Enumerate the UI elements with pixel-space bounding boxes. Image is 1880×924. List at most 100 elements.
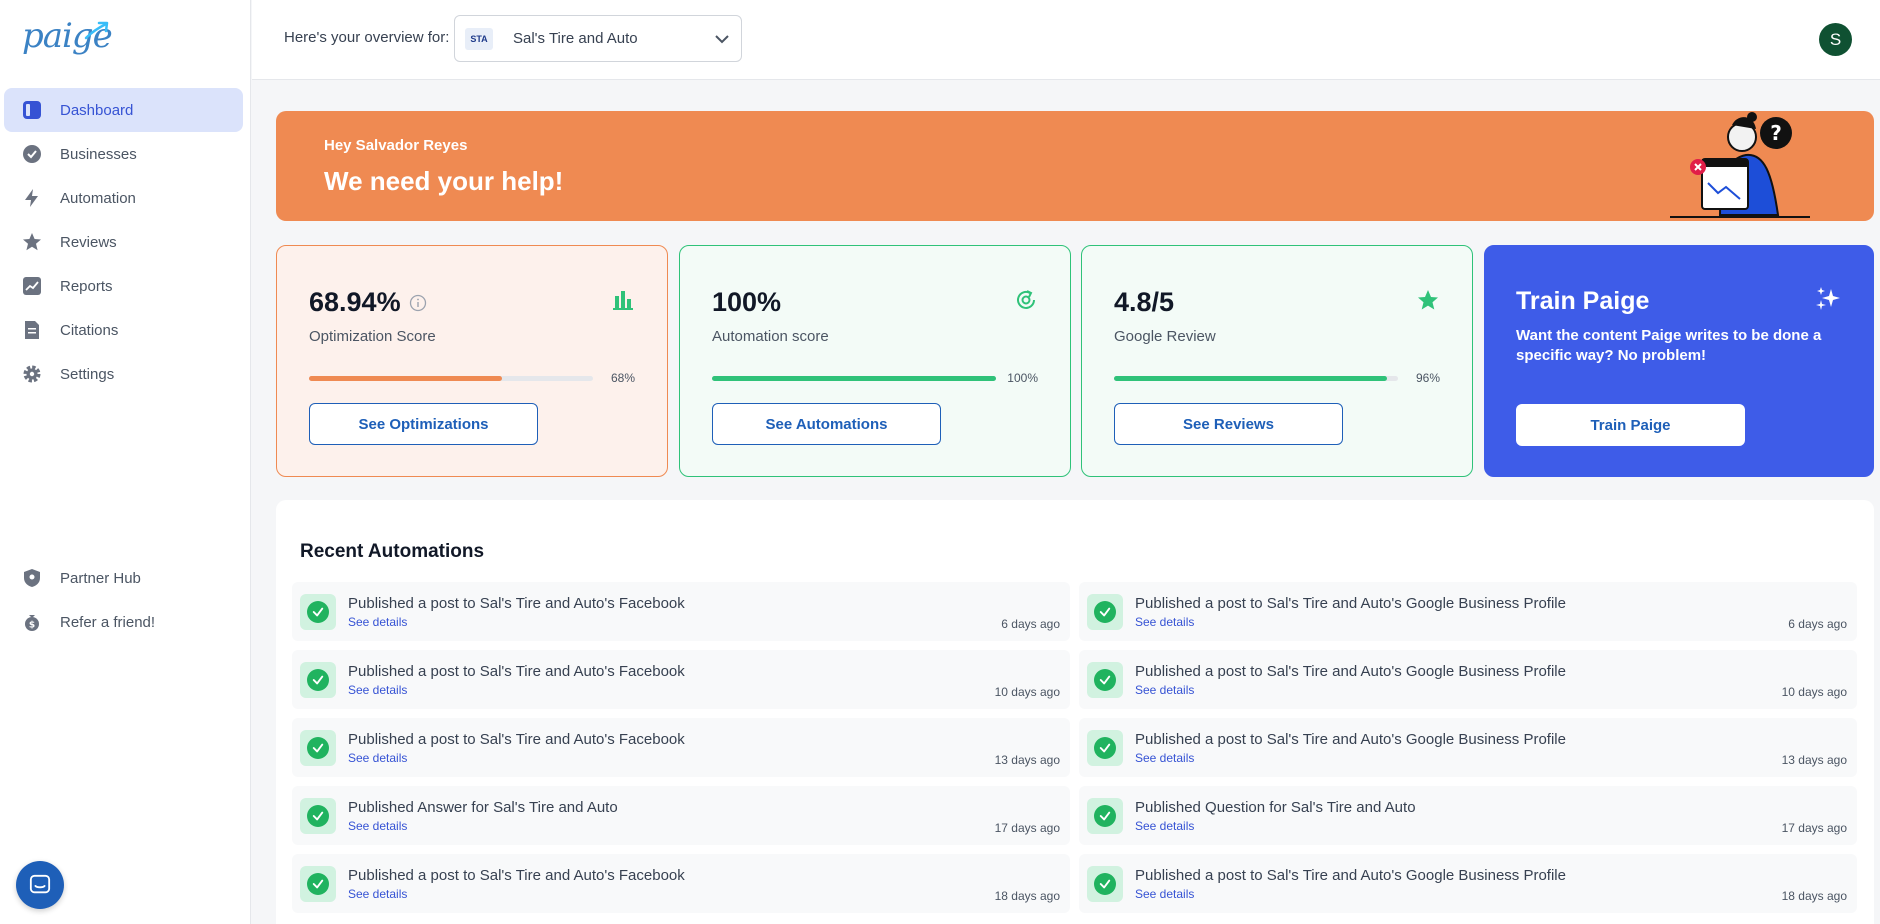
check-circle-icon xyxy=(307,601,329,623)
sidebar-item-label: Partner Hub xyxy=(60,569,141,587)
chat-launcher-button[interactable] xyxy=(16,861,64,909)
checkmark-icon xyxy=(312,607,324,617)
sidebar-item-dashboard[interactable]: Dashboard xyxy=(4,88,243,132)
sidebar: paige Dashboard Businesses Automation Re… xyxy=(0,0,251,924)
see-details-link[interactable]: See details xyxy=(348,683,407,697)
check-circle-icon xyxy=(1094,669,1116,691)
sparkle-icon xyxy=(1816,287,1840,310)
see-details-link[interactable]: See details xyxy=(1135,887,1194,901)
automation-description: Published a post to Sal's Tire and Auto'… xyxy=(348,731,685,748)
chevron-down-icon xyxy=(715,35,729,44)
see-details-link[interactable]: See details xyxy=(1135,751,1194,765)
automation-timestamp: 17 days ago xyxy=(1781,821,1847,835)
see-details-link[interactable]: See details xyxy=(348,887,407,901)
secondary-nav: Partner Hub $ Refer a friend! xyxy=(4,556,243,644)
automation-timestamp: 13 days ago xyxy=(1781,753,1847,767)
see-details-link[interactable]: See details xyxy=(1135,819,1194,833)
automation-progress-bar xyxy=(712,376,996,381)
automation-description: Published a post to Sal's Tire and Auto'… xyxy=(1135,731,1566,748)
train-title: Train Paige xyxy=(1516,287,1650,315)
sidebar-item-label: Automation xyxy=(60,189,136,207)
see-reviews-button[interactable]: See Reviews xyxy=(1114,403,1343,445)
sidebar-item-label: Businesses xyxy=(60,145,137,163)
logo-arrow-icon xyxy=(84,21,109,40)
help-banner: Hey Salvador Reyes We need your help! ? xyxy=(276,111,1874,221)
automation-list-item: Published a post to Sal's Tire and Auto'… xyxy=(1079,718,1857,777)
refresh-gear-icon xyxy=(1017,290,1035,309)
see-details-link[interactable]: See details xyxy=(1135,615,1194,629)
check-circle-icon xyxy=(1094,805,1116,827)
optimization-progress-bar xyxy=(309,376,593,381)
sidebar-item-label: Reviews xyxy=(60,233,117,251)
sidebar-item-label: Dashboard xyxy=(60,101,134,119)
checkmark-icon xyxy=(1099,879,1111,889)
see-details-link[interactable]: See details xyxy=(348,819,407,833)
shield-icon xyxy=(22,568,42,588)
optimization-card: 68.94% Optimization Score 68% See Optimi… xyxy=(276,245,668,477)
see-details-link[interactable]: See details xyxy=(348,615,407,629)
automation-list-item: Published Question for Sal's Tire and Au… xyxy=(1079,786,1857,845)
automation-description: Published Question for Sal's Tire and Au… xyxy=(1135,799,1416,816)
sidebar-item-label: Citations xyxy=(60,321,119,339)
paige-logo[interactable]: paige xyxy=(22,16,113,60)
check-circle-icon xyxy=(307,669,329,691)
automation-timestamp: 18 days ago xyxy=(994,889,1060,903)
check-circle-icon xyxy=(1094,737,1116,759)
automation-label: Automation score xyxy=(712,328,829,345)
optimization-value-text: 68.94% xyxy=(309,287,401,317)
business-select[interactable]: STA Sal's Tire and Auto xyxy=(454,15,742,62)
sidebar-item-label: Settings xyxy=(60,365,115,383)
sidebar-item-businesses[interactable]: Businesses xyxy=(4,132,243,176)
sidebar-item-citations[interactable]: Citations xyxy=(4,308,243,352)
info-icon[interactable] xyxy=(409,294,427,312)
train-paige-button[interactable]: Train Paige xyxy=(1516,404,1745,446)
sidebar-item-reviews[interactable]: Reviews xyxy=(4,220,243,264)
review-value-text: 4.8/5 xyxy=(1114,287,1175,317)
checkmark-icon xyxy=(1099,811,1111,821)
automation-list-item: Published a post to Sal's Tire and Auto'… xyxy=(292,854,1070,913)
top-header: Here's your overview for: STA Sal's Tire… xyxy=(252,0,1880,80)
see-details-link[interactable]: See details xyxy=(348,751,407,765)
automation-percent: 100% xyxy=(1007,371,1038,385)
success-status xyxy=(1087,866,1123,902)
automation-timestamp: 10 days ago xyxy=(994,685,1060,699)
see-optimizations-button[interactable]: See Optimizations xyxy=(309,403,538,445)
automation-description: Published a post to Sal's Tire and Auto'… xyxy=(1135,867,1566,884)
see-automations-button[interactable]: See Automations xyxy=(712,403,941,445)
checkmark-icon xyxy=(1099,675,1111,685)
train-description: Want the content Paige writes to be done… xyxy=(1516,327,1822,364)
automation-description: Published a post to Sal's Tire and Auto'… xyxy=(348,867,685,884)
automation-list-item: Published a post to Sal's Tire and Auto'… xyxy=(1079,582,1857,641)
sidebar-item-reports[interactable]: Reports xyxy=(4,264,243,308)
business-logo: STA xyxy=(465,27,493,50)
automation-list-item: Published a post to Sal's Tire and Auto'… xyxy=(292,718,1070,777)
dashboard-icon xyxy=(22,100,42,120)
banner-greeting: Hey Salvador Reyes xyxy=(324,137,468,154)
checkmark-icon xyxy=(1099,743,1111,753)
automation-description: Published a post to Sal's Tire and Auto'… xyxy=(348,663,685,680)
see-details-link[interactable]: See details xyxy=(1135,683,1194,697)
success-status xyxy=(1087,730,1123,766)
automation-value-text: 100% xyxy=(712,287,782,317)
success-status xyxy=(1087,594,1123,630)
check-circle-icon xyxy=(1094,601,1116,623)
badge-check-icon xyxy=(22,144,42,164)
checkmark-icon xyxy=(312,675,324,685)
success-status xyxy=(300,798,336,834)
confused-person-illustration: ? xyxy=(1670,112,1810,218)
automation-list-item: Published a post to Sal's Tire and Auto'… xyxy=(1079,854,1857,913)
automation-card: 100% Automation score 100% See Automatio… xyxy=(679,245,1071,477)
sidebar-item-settings[interactable]: Settings xyxy=(4,352,243,396)
success-status xyxy=(1087,798,1123,834)
automation-description: Published Answer for Sal's Tire and Auto xyxy=(348,799,618,816)
automation-description: Published a post to Sal's Tire and Auto'… xyxy=(1135,663,1566,680)
sidebar-item-automation[interactable]: Automation xyxy=(4,176,243,220)
checkmark-icon xyxy=(312,743,324,753)
check-circle-icon xyxy=(1094,873,1116,895)
sidebar-item-partner-hub[interactable]: Partner Hub xyxy=(4,556,243,600)
user-avatar[interactable]: S xyxy=(1819,23,1852,56)
sidebar-item-label: Reports xyxy=(60,277,113,295)
success-status xyxy=(1087,662,1123,698)
automation-progress-fill xyxy=(712,376,996,381)
sidebar-item-refer[interactable]: $ Refer a friend! xyxy=(4,600,243,644)
